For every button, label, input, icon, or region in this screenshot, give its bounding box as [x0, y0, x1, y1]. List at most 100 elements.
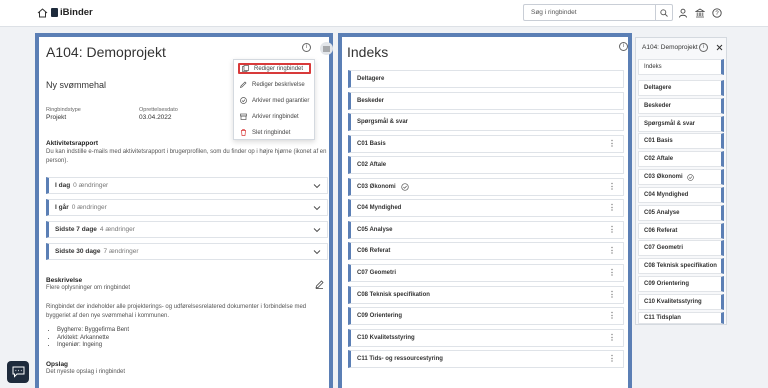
menu-item-edit-description[interactable]: Rediger beskrivelse: [238, 79, 311, 90]
description-text: Ringbindet der indeholder alle projekter…: [46, 304, 307, 319]
more-options-icon[interactable]: ⋮: [608, 355, 616, 363]
nav-item-label: Indeks: [644, 64, 662, 70]
trash-icon: [241, 129, 246, 136]
user-icon[interactable]: [678, 8, 688, 18]
info-icon[interactable]: i: [302, 43, 311, 52]
nav-item[interactable]: C03 Økonomi: [638, 169, 724, 185]
activity-yesterday[interactable]: I går 0 ændringer: [46, 199, 328, 216]
index-row[interactable]: C04 Myndighed ⋮: [348, 199, 624, 217]
more-options-icon[interactable]: ⋮: [608, 140, 616, 148]
nav-item[interactable]: C10 Kvalitetsstyring: [638, 294, 724, 310]
row-label: C10 Kvalitetsstyring: [357, 335, 415, 341]
created-value: 03.04.2022: [139, 114, 172, 121]
activity-count: 4 ændringer: [99, 226, 135, 233]
nav-item-label: C05 Analyse: [644, 210, 680, 216]
chevron-down-icon: [313, 184, 321, 189]
index-row[interactable]: C07 Geometri ⋮: [348, 264, 624, 282]
more-options-icon[interactable]: ⋮: [608, 226, 616, 234]
index-row[interactable]: C05 Analyse ⋮: [348, 221, 624, 239]
row-label: C09 Orientering: [357, 313, 403, 319]
nav-item[interactable]: C06 Referat: [638, 223, 724, 239]
nav-item[interactable]: Indeks: [638, 59, 724, 75]
nav-item-label: C06 Referat: [644, 228, 678, 234]
info-icon[interactable]: i: [619, 42, 628, 51]
nav-item-label: C03 Økonomi: [644, 174, 683, 180]
activity-7-days[interactable]: Sidste 7 dage 4 ændringer: [46, 221, 328, 238]
activity-text: Du kan indstille e-mails med aktivitetsr…: [46, 149, 327, 164]
nav-item[interactable]: Spørgsmål & svar: [638, 116, 724, 132]
check-circle-icon: [240, 97, 247, 104]
type-value: Projekt: [46, 114, 67, 121]
home-icon[interactable]: [37, 8, 48, 18]
nav-item[interactable]: C11 Tidsplan: [638, 312, 724, 324]
info-icon[interactable]: i: [699, 43, 708, 52]
svg-text:?: ?: [715, 11, 719, 17]
activity-label: Sidste 7 dage: [55, 226, 97, 233]
nav-item[interactable]: Beskeder: [638, 98, 724, 114]
edit-icon[interactable]: [315, 280, 324, 289]
nav-item[interactable]: C08 Teknisk specifikation: [638, 258, 724, 274]
nav-item[interactable]: C01 Basis: [638, 133, 724, 149]
menu-item-label: Arkiver ringbindet: [252, 113, 299, 120]
menu-item-archive-binder[interactable]: Arkiver ringbindet: [238, 111, 311, 122]
menu-item-delete-binder[interactable]: Slet ringbindet: [238, 127, 311, 138]
more-options-icon[interactable]: ⋮: [608, 291, 616, 299]
help-icon[interactable]: ?: [712, 8, 722, 18]
nav-item[interactable]: Deltagere: [638, 80, 724, 96]
search-field[interactable]: Søg i ringbindet: [523, 4, 673, 21]
index-row[interactable]: C01 Basis ⋮: [348, 135, 624, 153]
search-placeholder: Søg i ringbindet: [531, 9, 577, 16]
chevron-down-icon: [313, 206, 321, 211]
binder-subtitle: Ny svømmehal: [46, 80, 107, 90]
more-options-icon[interactable]: ⋮: [608, 269, 616, 277]
badge-check-icon: [686, 173, 694, 181]
close-icon[interactable]: [716, 44, 723, 51]
activity-label: I går: [55, 204, 69, 211]
menu-item-edit-binder[interactable]: Rediger ringbindet: [238, 63, 311, 74]
row-label: C07 Geometri: [357, 270, 397, 276]
row-label: C05 Analyse: [357, 227, 393, 233]
binder-menu-button[interactable]: [320, 42, 333, 55]
index-row[interactable]: C06 Referat ⋮: [348, 242, 624, 260]
menu-item-archive-guarantee[interactable]: Arkiver med garantier: [238, 95, 311, 106]
index-row[interactable]: C10 Kvalitetsstyring ⋮: [348, 329, 624, 347]
more-options-icon[interactable]: ⋮: [608, 183, 616, 191]
nav-item-label: C02 Aftale: [644, 156, 674, 162]
nav-item[interactable]: C05 Analyse: [638, 205, 724, 221]
index-row[interactable]: C02 Aftale: [348, 156, 624, 174]
nav-item-label: Deltagere: [644, 85, 672, 91]
menu-item-label: Rediger beskrivelse: [252, 81, 305, 88]
binder-navigation-panel: A104: Demoprojekt i Indeks Deltagere Bes…: [635, 37, 727, 325]
logo-mark-icon: [51, 8, 58, 17]
search-button[interactable]: [655, 5, 672, 20]
activity-30-days[interactable]: Sidste 30 dage 7 ændringer: [46, 243, 328, 260]
index-row[interactable]: Spørgsmål & svar: [348, 113, 624, 131]
row-label: Spørgsmål & svar: [357, 119, 409, 125]
index-row[interactable]: C11 Tids- og ressourcestyring ⋮: [348, 350, 624, 368]
activity-today[interactable]: I dag 0 ændringer: [46, 177, 328, 194]
row-label: C03 Økonomi: [357, 184, 396, 190]
chat-button[interactable]: [7, 361, 29, 383]
nav-item-label: C10 Kvalitetsstyring: [644, 299, 702, 305]
more-options-icon[interactable]: ⋮: [608, 334, 616, 342]
nav-item-label: C07 Geometri: [644, 245, 684, 251]
index-row[interactable]: C03 Økonomi ⋮: [348, 178, 624, 196]
posts-subtitle: Det nyeste opslag i ringbindet: [46, 369, 126, 375]
logo[interactable]: iBinder: [51, 7, 93, 18]
chevron-down-icon: [313, 228, 321, 233]
edit-icon: [240, 81, 247, 88]
more-options-icon[interactable]: ⋮: [608, 312, 616, 320]
nav-item[interactable]: C04 Myndighed: [638, 187, 724, 203]
nav-item[interactable]: C09 Orientering: [638, 276, 724, 292]
index-row[interactable]: C08 Teknisk specifikation ⋮: [348, 286, 624, 304]
index-row[interactable]: Deltagere: [348, 70, 624, 88]
more-options-icon[interactable]: ⋮: [608, 247, 616, 255]
nav-item[interactable]: C07 Geometri: [638, 240, 724, 256]
more-options-icon[interactable]: ⋮: [608, 204, 616, 212]
nav-item-label: Spørgsmål & svar: [644, 121, 696, 127]
nav-item[interactable]: C02 Aftale: [638, 151, 724, 167]
menu-item-label: Rediger ringbindet: [254, 65, 304, 72]
index-row[interactable]: Beskeder: [348, 92, 624, 110]
index-row[interactable]: C09 Orientering ⋮: [348, 307, 624, 325]
bank-icon[interactable]: [695, 8, 705, 18]
